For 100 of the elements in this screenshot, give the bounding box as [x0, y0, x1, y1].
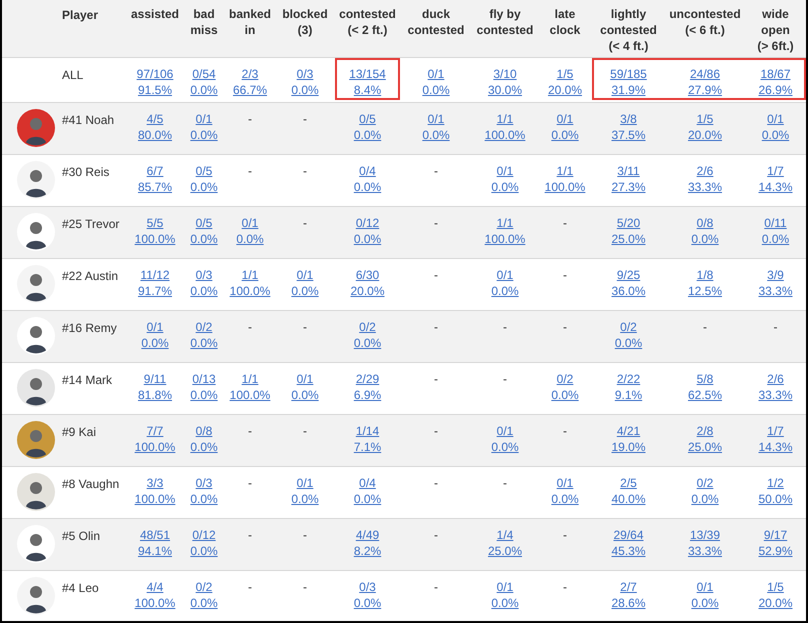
stat-link[interactable]: 0/2 [696, 475, 714, 491]
stat-link[interactable]: 0.0% [141, 335, 169, 351]
stat-link[interactable]: 0/1 [496, 423, 514, 439]
stat-link[interactable]: 9/25 [616, 267, 640, 283]
stat-link[interactable]: 66.7% [232, 82, 268, 98]
stat-link[interactable]: 25.0% [488, 543, 522, 559]
stat-link[interactable]: 6/30 [356, 267, 380, 283]
stat-link[interactable]: 0/3 [196, 475, 212, 491]
stat-link[interactable]: 48/51 [140, 527, 170, 543]
stat-link[interactable]: 0/1 [428, 66, 444, 82]
stat-link[interactable]: 100.0% [230, 283, 270, 299]
stat-link[interactable]: 100.0% [134, 231, 176, 247]
stat-link[interactable]: 0.0% [762, 231, 790, 247]
stat-link[interactable]: 3/10 [493, 66, 517, 82]
stat-link[interactable]: 20.0% [350, 283, 385, 299]
stat-link[interactable]: 3/8 [620, 111, 637, 127]
stat-link[interactable]: 18/67 [760, 66, 791, 82]
stat-link[interactable]: 0/1 [496, 163, 514, 179]
stat-link[interactable]: 0.0% [190, 127, 218, 143]
stat-link[interactable]: 0/1 [242, 215, 258, 231]
stat-link[interactable]: 5/8 [696, 371, 714, 387]
stat-link[interactable]: 40.0% [611, 491, 646, 507]
stat-link[interactable]: 0.0% [291, 82, 319, 98]
stat-link[interactable]: 0/1 [146, 319, 164, 335]
stat-link[interactable]: 0.0% [190, 491, 218, 507]
stat-link[interactable]: 0/1 [496, 267, 514, 283]
stat-link[interactable]: 27.9% [688, 82, 722, 98]
stat-link[interactable]: 0.0% [491, 179, 519, 195]
stat-link[interactable]: 0.0% [691, 491, 719, 507]
stat-link[interactable]: 2/7 [620, 579, 637, 595]
stat-link[interactable]: 0.0% [354, 595, 382, 611]
stat-link[interactable]: 100.0% [544, 179, 586, 195]
stat-link[interactable]: 1/1 [242, 267, 258, 283]
stat-link[interactable]: 59/185 [610, 66, 647, 82]
stat-link[interactable]: 0.0% [491, 439, 519, 455]
stat-link[interactable]: 0/1 [296, 475, 314, 491]
stat-link[interactable]: 91.5% [138, 82, 172, 98]
stat-link[interactable]: 2/6 [767, 371, 784, 387]
stat-link[interactable]: 19.0% [611, 439, 646, 455]
stat-link[interactable]: 100.0% [134, 595, 176, 611]
stat-link[interactable]: 0.0% [491, 595, 519, 611]
stat-link[interactable]: 0/5 [359, 111, 376, 127]
stat-link[interactable]: 1/1 [496, 111, 514, 127]
stat-link[interactable]: 100.0% [134, 491, 176, 507]
stat-link[interactable]: 25.0% [688, 439, 722, 455]
stat-link[interactable]: 1/5 [696, 111, 714, 127]
stat-link[interactable]: 36.0% [611, 283, 646, 299]
stat-link[interactable]: 80.0% [138, 127, 172, 143]
stat-link[interactable]: 20.0% [688, 127, 722, 143]
stat-link[interactable]: 0.0% [551, 387, 579, 403]
stat-link[interactable]: 85.7% [138, 179, 172, 195]
stat-link[interactable]: 0.0% [190, 439, 218, 455]
stat-link[interactable]: 0.0% [291, 387, 319, 403]
stat-link[interactable]: 0.0% [551, 127, 579, 143]
stat-link[interactable]: 33.3% [758, 387, 793, 403]
stat-link[interactable]: 0/3 [196, 267, 212, 283]
stat-link[interactable]: 14.3% [758, 439, 793, 455]
stat-link[interactable]: 1/5 [767, 579, 784, 595]
stat-link[interactable]: 0.0% [354, 335, 382, 351]
stat-link[interactable]: 91.7% [138, 283, 172, 299]
stat-link[interactable]: 33.3% [688, 543, 722, 559]
stat-link[interactable]: 0.0% [291, 283, 319, 299]
stat-link[interactable]: 2/3 [242, 66, 258, 82]
stat-link[interactable]: 9.1% [614, 387, 642, 403]
stat-link[interactable]: 0/4 [359, 475, 376, 491]
stat-link[interactable]: 5/20 [616, 215, 640, 231]
stat-link[interactable]: 27.3% [611, 179, 646, 195]
stat-link[interactable]: 28.6% [611, 595, 646, 611]
stat-link[interactable]: 0/4 [359, 163, 376, 179]
stat-link[interactable]: 0/1 [428, 111, 444, 127]
stat-link[interactable]: 20.0% [548, 82, 582, 98]
stat-link[interactable]: 33.3% [688, 179, 722, 195]
stat-link[interactable]: 100.0% [230, 387, 270, 403]
stat-link[interactable]: 0/1 [296, 267, 314, 283]
stat-link[interactable]: 20.0% [758, 595, 793, 611]
stat-link[interactable]: 0.0% [354, 127, 382, 143]
stat-link[interactable]: 4/49 [356, 527, 380, 543]
stat-link[interactable]: 0/12 [192, 527, 216, 543]
stat-link[interactable]: 11/12 [140, 267, 170, 283]
stat-link[interactable]: 0/2 [359, 319, 376, 335]
stat-link[interactable]: 8.2% [354, 543, 382, 559]
stat-link[interactable]: 5/5 [146, 215, 164, 231]
stat-link[interactable]: 94.1% [138, 543, 172, 559]
stat-link[interactable]: 45.3% [611, 543, 646, 559]
stat-link[interactable]: 1/7 [767, 163, 784, 179]
stat-link[interactable]: 1/5 [556, 66, 574, 82]
stat-link[interactable]: 0.0% [190, 82, 218, 98]
stat-link[interactable]: 0/2 [556, 371, 574, 387]
stat-link[interactable]: 12.5% [688, 283, 722, 299]
stat-link[interactable]: 25.0% [611, 231, 646, 247]
stat-link[interactable]: 0/13 [192, 371, 216, 387]
stat-link[interactable]: 100.0% [134, 439, 176, 455]
stat-link[interactable]: 30.0% [488, 82, 522, 98]
stat-link[interactable]: 0.0% [291, 491, 319, 507]
stat-link[interactable]: 33.3% [758, 283, 793, 299]
stat-link[interactable]: 0/1 [696, 579, 714, 595]
stat-link[interactable]: 100.0% [484, 231, 526, 247]
stat-link[interactable]: 100.0% [484, 127, 526, 143]
stat-link[interactable]: 1/2 [767, 475, 784, 491]
stat-link[interactable]: 0.0% [614, 335, 642, 351]
